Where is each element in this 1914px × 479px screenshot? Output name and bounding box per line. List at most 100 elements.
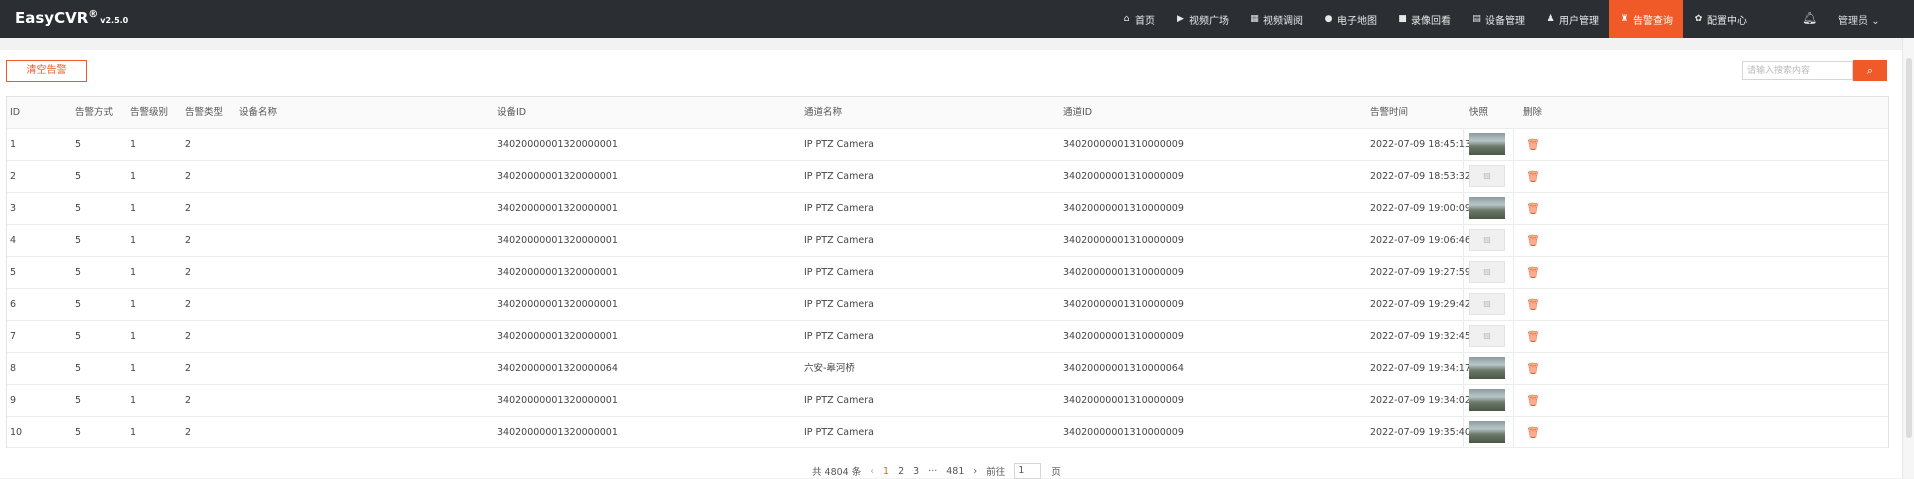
video-grid-icon: ▦	[1250, 14, 1259, 24]
play-icon: ▶	[1177, 14, 1184, 24]
user-menu[interactable]: 管理员 ⌄	[1838, 12, 1880, 27]
alarm-icon: ♜	[1620, 14, 1629, 24]
cell-time: 2022-07-09 19:35:40	[1370, 427, 1471, 438]
cell-id: 7	[10, 331, 17, 342]
trash-icon[interactable]: 🗑︎	[1526, 225, 1540, 256]
cell-channel-id: 34020000001310000009	[1063, 299, 1184, 310]
cell-device-id: 34020000001320000001	[497, 139, 618, 150]
nav-item-0[interactable]: ⌂ 首页	[1111, 0, 1165, 38]
nav-item-7[interactable]: ♜ 告警查询	[1609, 0, 1683, 38]
scrollbar-thumb[interactable]	[1906, 58, 1912, 438]
cell-level: 1	[130, 203, 137, 214]
app-logo[interactable]: EasyCVR®v2.5.0	[15, 9, 128, 27]
jump-label: 前往	[986, 467, 1006, 478]
cell-channel-id: 34020000001310000009	[1063, 139, 1184, 150]
snapshot-thumbnail[interactable]	[1469, 133, 1505, 155]
page-number[interactable]: ···	[928, 466, 937, 477]
nav-item-label: 视频广场	[1189, 15, 1229, 27]
cell-channel-name: IP PTZ Camera	[804, 395, 874, 406]
table-row[interactable]: 4 5 1 2 34020000001320000001 IP PTZ Camera 340…	[7, 225, 1888, 257]
table-row[interactable]: 3 5 1 2 34020000001320000001 IP PTZ Camera 340…	[7, 193, 1888, 225]
trash-icon[interactable]: 🗑︎	[1526, 321, 1540, 352]
nav-item-5[interactable]: ▤ 设备管理	[1461, 0, 1535, 38]
trash-icon[interactable]: 🗑︎	[1526, 385, 1540, 416]
cell-level: 1	[130, 267, 137, 278]
column-header: 通道名称	[804, 107, 843, 118]
cell-level: 1	[130, 139, 137, 150]
column-header: ID	[10, 107, 21, 118]
table-row[interactable]: 2 5 1 2 34020000001320000001 IP PTZ Camera 340…	[7, 161, 1888, 193]
table-row[interactable]: 1 5 1 2 34020000001320000001 IP PTZ Camera 340…	[7, 129, 1888, 161]
cell-method: 5	[75, 203, 82, 214]
cell-id: 5	[10, 267, 17, 278]
nav-item-label: 配置中心	[1707, 15, 1747, 27]
map-pin-icon: ●	[1324, 14, 1333, 24]
page-number[interactable]: 481	[946, 466, 964, 477]
table-row[interactable]: 7 5 1 2 34020000001320000001 IP PTZ Camera 340…	[7, 321, 1888, 353]
cell-level: 1	[130, 363, 137, 374]
cell-type: 2	[185, 235, 192, 246]
gear-icon: ✿	[1694, 14, 1703, 24]
table-row[interactable]: 10 5 1 2 34020000001320000001 IP PTZ Camera 34…	[7, 417, 1888, 448]
search-input[interactable]: 请输入搜索内容	[1742, 61, 1853, 80]
snapshot-thumbnail[interactable]	[1469, 357, 1505, 379]
cell-device-id: 34020000001320000001	[497, 203, 618, 214]
nav-item-4[interactable]: ■ 录像回看	[1387, 0, 1461, 38]
trash-icon[interactable]: 🗑︎	[1526, 257, 1540, 288]
snapshot-placeholder-icon[interactable]: ▨	[1469, 261, 1505, 283]
cell-method: 5	[75, 395, 82, 406]
bell-icon[interactable]: 🔔︎	[1802, 11, 1817, 25]
trash-icon[interactable]: 🗑︎	[1526, 353, 1540, 384]
cell-id: 2	[10, 171, 17, 182]
snapshot-thumbnail[interactable]	[1469, 197, 1505, 219]
cell-channel-id: 34020000001310000009	[1063, 267, 1184, 278]
cell-device-id: 34020000001320000064	[497, 363, 618, 374]
cell-device-id: 34020000001320000001	[497, 267, 618, 278]
cell-time: 2022-07-09 19:00:09	[1370, 203, 1471, 214]
trash-icon[interactable]: 🗑︎	[1526, 417, 1540, 448]
column-header: 告警级别	[130, 107, 169, 118]
cell-channel-id: 34020000001310000009	[1063, 331, 1184, 342]
cell-time: 2022-07-09 19:06:46	[1370, 235, 1471, 246]
jump-input[interactable]: 1	[1014, 463, 1042, 479]
trash-icon[interactable]: 🗑︎	[1526, 161, 1540, 192]
cell-channel-id: 34020000001310000009	[1063, 395, 1184, 406]
nav-item-3[interactable]: ● 电子地图	[1313, 0, 1387, 38]
page-number[interactable]: 1	[883, 466, 889, 477]
trash-icon[interactable]: 🗑︎	[1526, 129, 1540, 160]
cell-type: 2	[185, 203, 192, 214]
search-button[interactable]: ⌕	[1853, 60, 1887, 81]
nav-item-2[interactable]: ▦ 视频调阅	[1239, 0, 1313, 38]
nav-item-6[interactable]: ♟ 用户管理	[1535, 0, 1609, 38]
cell-id: 1	[10, 139, 17, 150]
page-number[interactable]: 2	[898, 466, 904, 477]
snapshot-placeholder-icon[interactable]: ▨	[1469, 325, 1505, 347]
nav-item-label: 用户管理	[1559, 15, 1599, 27]
snapshot-thumbnail[interactable]	[1469, 421, 1505, 443]
snapshot-thumbnail[interactable]	[1469, 389, 1505, 411]
snapshot-placeholder-icon[interactable]: ▨	[1469, 165, 1505, 187]
nav-item-label: 视频调阅	[1263, 15, 1303, 27]
page-number[interactable]: 3	[913, 466, 919, 477]
table-row[interactable]: 6 5 1 2 34020000001320000001 IP PTZ Camera 340…	[7, 289, 1888, 321]
cell-type: 2	[185, 331, 192, 342]
table-row[interactable]: 5 5 1 2 34020000001320000001 IP PTZ Camera 340…	[7, 257, 1888, 289]
trash-icon[interactable]: 🗑︎	[1526, 193, 1540, 224]
table-row[interactable]: 9 5 1 2 34020000001320000001 IP PTZ Camera 340…	[7, 385, 1888, 417]
cell-channel-id: 34020000001310000064	[1063, 363, 1184, 374]
trash-icon[interactable]: 🗑︎	[1526, 289, 1540, 320]
column-header: 设备名称	[239, 107, 278, 118]
top-bar: EasyCVR®v2.5.0 ⌂ 首页 ▶ 视频广场 ▦ 视频调阅 ● 电子地图 ■ 录像回看 ▤ 设…	[0, 0, 1914, 38]
cell-level: 1	[130, 427, 137, 438]
clear-alarms-button[interactable]: 清空告警	[6, 60, 87, 82]
next-page-icon[interactable]: ›	[973, 466, 977, 477]
nav-item-8[interactable]: ✿ 配置中心	[1683, 0, 1757, 38]
snapshot-placeholder-icon[interactable]: ▨	[1469, 229, 1505, 251]
page-scrollbar[interactable]	[1902, 38, 1914, 478]
home-icon: ⌂	[1123, 14, 1130, 24]
table-row[interactable]: 8 5 1 2 34020000001320000064 六安-皋河桥 3402000000…	[7, 353, 1888, 385]
cell-channel-name: 六安-皋河桥	[804, 363, 855, 374]
nav-item-1[interactable]: ▶ 视频广场	[1165, 0, 1239, 38]
prev-page-icon[interactable]: ‹	[870, 466, 874, 477]
snapshot-placeholder-icon[interactable]: ▨	[1469, 293, 1505, 315]
